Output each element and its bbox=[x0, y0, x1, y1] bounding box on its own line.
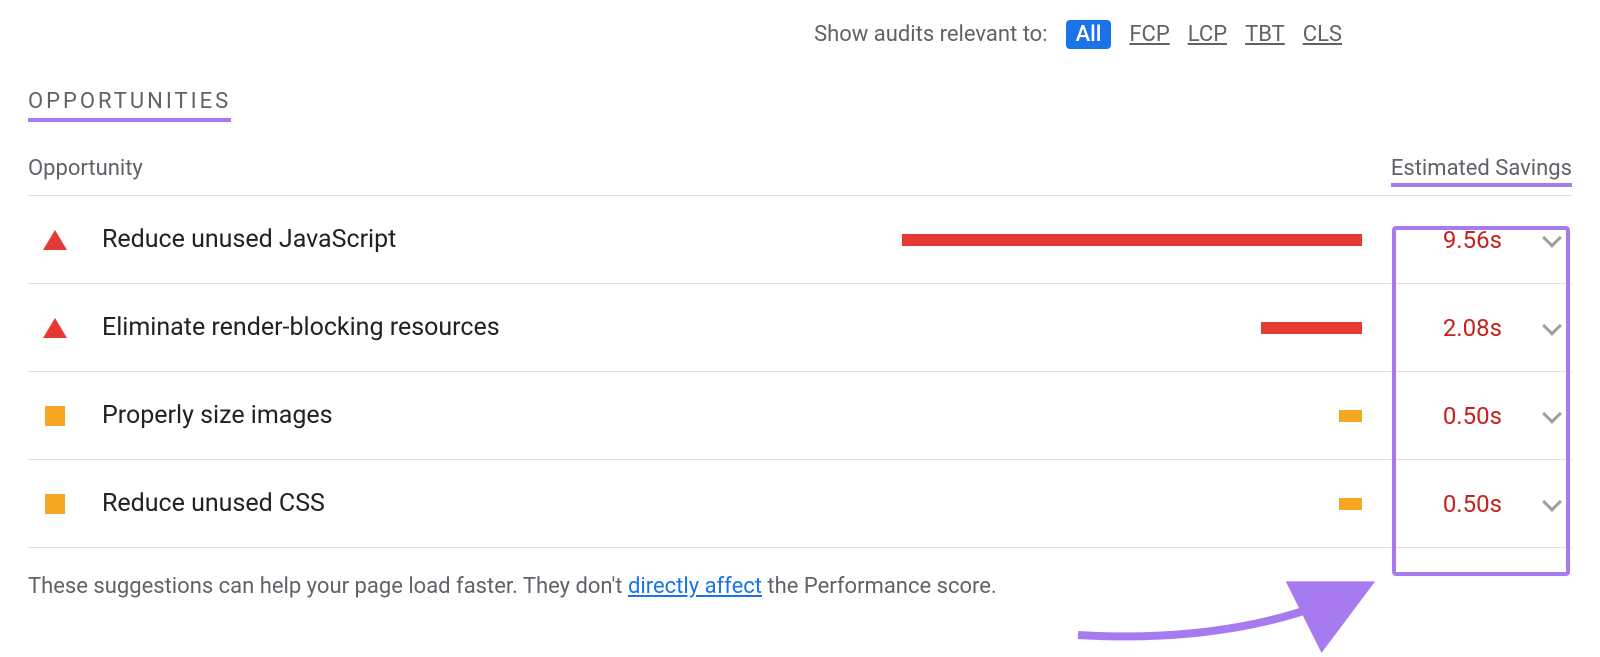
savings-bar bbox=[1339, 498, 1362, 510]
section-title-opportunities: OPPORTUNITIES bbox=[28, 89, 231, 122]
savings-value: 2.08s bbox=[1392, 314, 1512, 342]
square-average-icon bbox=[45, 406, 65, 426]
triangle-fail-icon bbox=[43, 230, 67, 250]
expand-toggle[interactable] bbox=[1532, 323, 1572, 333]
filter-link-cls[interactable]: CLS bbox=[1303, 22, 1342, 47]
savings-bar bbox=[1339, 410, 1362, 422]
footer-text-post: the Performance score. bbox=[762, 574, 997, 599]
savings-bar bbox=[902, 234, 1362, 246]
expand-toggle[interactable] bbox=[1532, 411, 1572, 421]
savings-bar-cell bbox=[682, 322, 1372, 334]
savings-value: 0.50s bbox=[1392, 490, 1512, 518]
audit-title: Reduce unused CSS bbox=[102, 489, 662, 518]
column-header-savings: Estimated Savings bbox=[1391, 156, 1572, 187]
savings-value: 9.56s bbox=[1392, 226, 1512, 254]
filter-label: Show audits relevant to: bbox=[814, 22, 1048, 47]
footer-note: These suggestions can help your page loa… bbox=[28, 574, 1572, 599]
filter-link-tbt[interactable]: TBT bbox=[1245, 22, 1285, 47]
filter-link-fcp[interactable]: FCP bbox=[1129, 22, 1169, 47]
savings-value: 0.50s bbox=[1392, 402, 1512, 430]
audit-title: Properly size images bbox=[102, 401, 662, 430]
square-average-icon bbox=[45, 494, 65, 514]
filter-pill-all[interactable]: All bbox=[1066, 20, 1112, 49]
audit-row[interactable]: Eliminate render-blocking resources 2.08s bbox=[28, 284, 1572, 372]
audit-list: Reduce unused JavaScript 9.56s Eliminate r… bbox=[28, 195, 1572, 548]
savings-bar-cell bbox=[682, 234, 1372, 246]
expand-toggle[interactable] bbox=[1532, 235, 1572, 245]
expand-toggle[interactable] bbox=[1532, 499, 1572, 509]
chevron-down-icon bbox=[1542, 228, 1562, 248]
audit-row[interactable]: Properly size images 0.50s bbox=[28, 372, 1572, 460]
audit-row[interactable]: Reduce unused CSS 0.50s bbox=[28, 460, 1572, 548]
audit-row[interactable]: Reduce unused JavaScript 9.56s bbox=[28, 196, 1572, 284]
triangle-fail-icon bbox=[43, 318, 67, 338]
savings-bar-cell bbox=[682, 498, 1372, 510]
column-header-opportunity: Opportunity bbox=[28, 156, 143, 187]
audit-title: Reduce unused JavaScript bbox=[102, 225, 662, 254]
audit-filter-bar: Show audits relevant to: All FCP LCP TBT… bbox=[28, 20, 1572, 49]
chevron-down-icon bbox=[1542, 316, 1562, 336]
footer-text-pre: These suggestions can help your page loa… bbox=[28, 574, 628, 599]
footer-link[interactable]: directly affect bbox=[628, 574, 762, 599]
audit-title: Eliminate render-blocking resources bbox=[102, 313, 662, 342]
savings-bar bbox=[1261, 322, 1362, 334]
chevron-down-icon bbox=[1542, 492, 1562, 512]
chevron-down-icon bbox=[1542, 404, 1562, 424]
savings-bar-cell bbox=[682, 410, 1372, 422]
filter-link-lcp[interactable]: LCP bbox=[1188, 22, 1227, 47]
